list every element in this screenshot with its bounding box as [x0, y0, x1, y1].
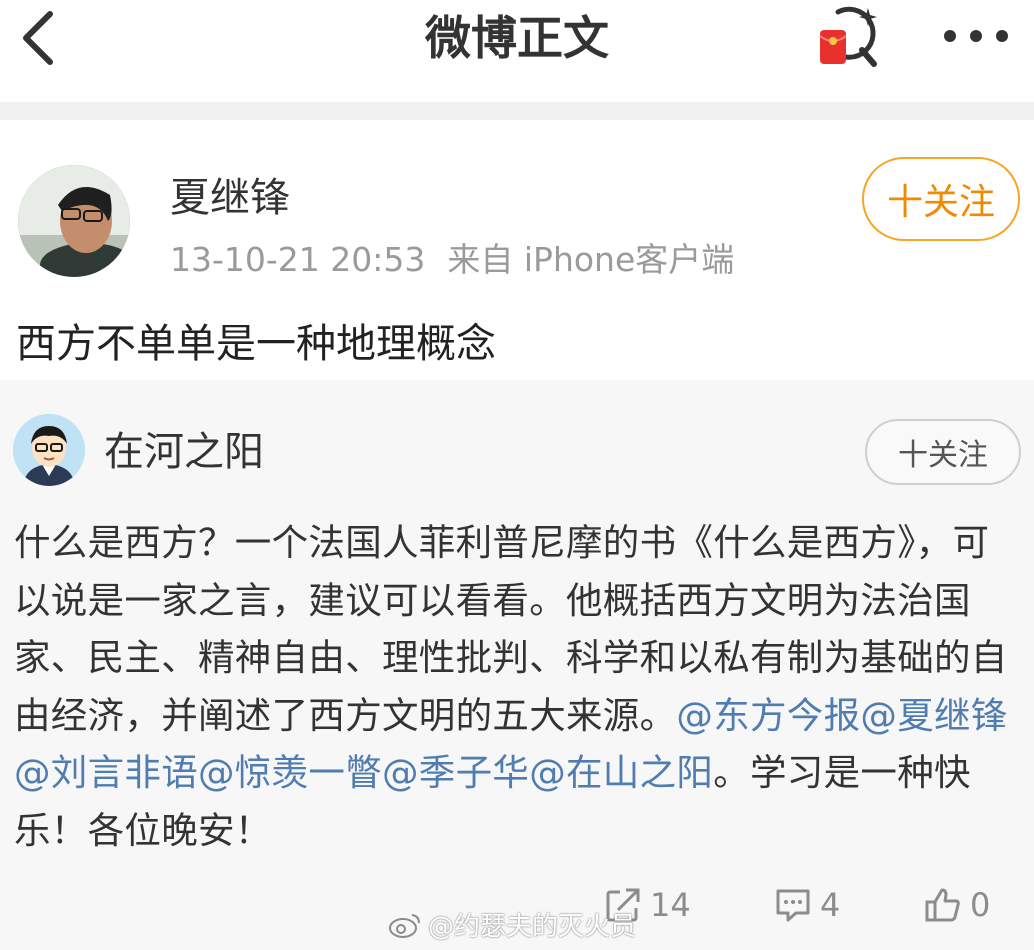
- retweet-text: 什么是西方？一个法国人菲利普尼摩的书《什么是西方》，可以说是一家之言，建议可以看…: [14, 514, 1024, 859]
- mention-link[interactable]: @夏继锋: [860, 694, 1007, 737]
- mention-link[interactable]: @东方今报: [676, 694, 860, 737]
- mention-link[interactable]: @在山之阳: [529, 751, 713, 794]
- section-divider: [0, 102, 1034, 120]
- avatar-photo: [18, 165, 130, 277]
- author-name[interactable]: 夏继锋: [170, 170, 290, 226]
- like-count: 0: [970, 886, 991, 924]
- post-source: 来自 iPhone客户端: [447, 240, 735, 279]
- thumbs-up-icon: [925, 888, 960, 922]
- more-dots-icon: [944, 30, 1008, 42]
- post-time: 13-10-21 20:53: [170, 240, 426, 279]
- retweet-card[interactable]: 在河之阳 十关注 什么是西方？一个法国人菲利普尼摩的书《什么是西方》，可以说是一…: [0, 380, 1034, 950]
- red-packet-search-icon: [819, 6, 877, 67]
- watermark-text: @约瑟夫的灭火员: [428, 912, 637, 942]
- author-avatar[interactable]: [18, 165, 130, 277]
- post-text: 西方不单单是一种地理概念: [16, 321, 496, 367]
- follow-button[interactable]: 十关注: [862, 157, 1020, 241]
- comment-count: 4: [820, 886, 841, 924]
- weibo-logo-icon: [389, 913, 420, 938]
- post-meta: 13-10-21 20:53 来自 iPhone客户端: [170, 236, 734, 284]
- comment-icon: [776, 889, 810, 922]
- mention-link[interactable]: @季子华: [382, 751, 529, 794]
- retweet-author-avatar[interactable]: [13, 414, 85, 486]
- red-packet-search-button[interactable]: [810, 4, 886, 70]
- comment-button[interactable]: 4: [774, 878, 840, 932]
- watermark: @约瑟夫的灭火员: [388, 906, 636, 943]
- top-nav-bar: 微博正文: [0, 0, 1034, 102]
- retweet-author-name[interactable]: 在河之阳: [104, 424, 264, 480]
- mention-link[interactable]: @惊羡一瞥: [198, 751, 382, 794]
- retweet-follow-button[interactable]: 十关注: [865, 419, 1021, 485]
- repost-count: 14: [650, 886, 691, 924]
- mention-link[interactable]: @刘言非语: [14, 751, 198, 794]
- like-button[interactable]: 0: [924, 878, 990, 932]
- cartoon-avatar: [13, 414, 85, 486]
- more-button[interactable]: [938, 10, 1014, 62]
